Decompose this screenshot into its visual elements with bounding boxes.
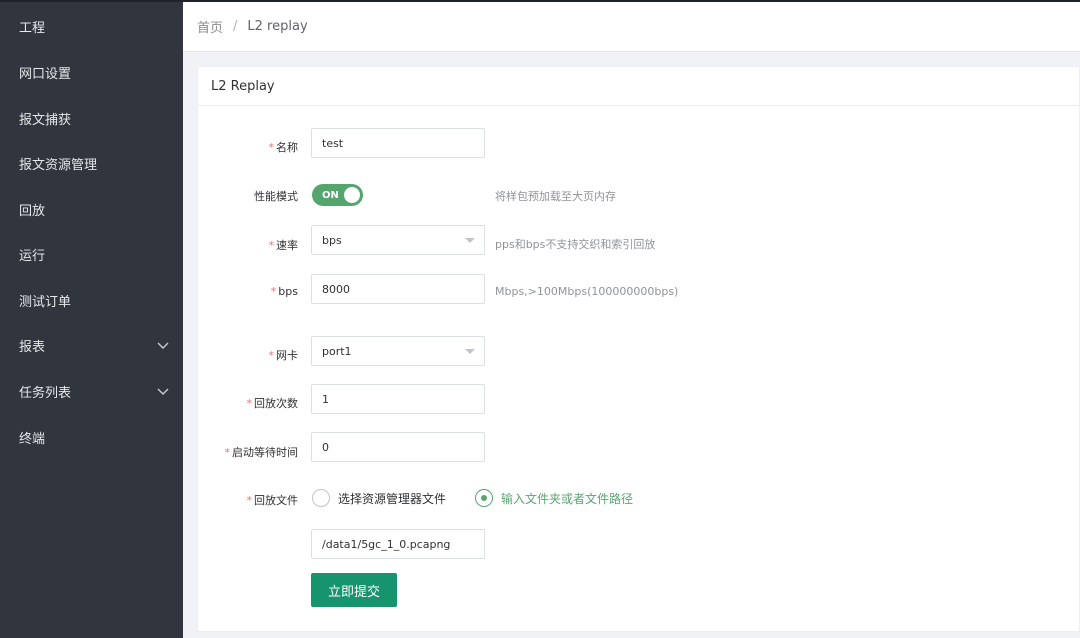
start-wait-label: * 启动等待时间	[224, 446, 299, 459]
replay-count-label: * 回放次数	[246, 397, 299, 410]
required-mark: *	[246, 494, 253, 507]
start-wait-input[interactable]: 0	[311, 432, 485, 462]
breadcrumb: 首页 / L2 replay	[183, 0, 1080, 52]
required-mark: *	[224, 446, 231, 459]
sidebar-item-label: 终端	[19, 431, 46, 447]
replay-file-label: * 回放文件	[246, 494, 299, 507]
required-mark: *	[270, 285, 277, 298]
sidebar-item-test-orders[interactable]: 测试订单	[0, 280, 183, 320]
sidebar-item-replay[interactable]: 回放	[0, 189, 183, 229]
perf-mode-hint: 将样包预加载至大页内存	[495, 190, 616, 203]
nic-select[interactable]: port1	[311, 336, 485, 366]
nic-select-value: port1	[322, 344, 352, 358]
rate-label: * 速率	[268, 239, 299, 252]
rate-select-value: bps	[322, 233, 342, 247]
radio-circle-icon	[312, 489, 330, 507]
perf-mode-toggle[interactable]: ON	[312, 184, 363, 206]
bps-input[interactable]: 8000	[311, 274, 485, 304]
replay-count-input[interactable]: 1	[311, 384, 485, 414]
sidebar-item-label: 报文资源管理	[19, 157, 98, 173]
sidebar-item-label: 运行	[19, 248, 46, 264]
caret-down-icon	[465, 349, 475, 354]
card-title: L2 Replay	[198, 67, 1079, 106]
radio-checked-icon	[475, 489, 493, 507]
radio-resource-manager-file[interactable]: 选择资源管理器文件	[312, 489, 446, 507]
submit-button[interactable]: 立即提交	[311, 573, 397, 607]
sidebar-item-label: 工程	[19, 20, 46, 36]
sidebar-item-reports[interactable]: 报表	[0, 325, 183, 365]
radio-label: 选择资源管理器文件	[338, 491, 447, 506]
nic-label: * 网卡	[268, 349, 299, 362]
chevron-down-icon	[157, 388, 169, 395]
sidebar-item-label: 任务列表	[19, 385, 72, 401]
required-mark: *	[268, 141, 275, 154]
required-mark: *	[246, 397, 253, 410]
breadcrumb-separator: /	[233, 19, 238, 34]
sidebar-item-label: 网口设置	[19, 66, 72, 82]
name-label: * 名称	[268, 141, 299, 154]
rate-select[interactable]: bps	[311, 225, 485, 255]
required-mark: *	[268, 349, 275, 362]
rate-hint: pps和bps不支持交织和索引回放	[495, 238, 656, 251]
radio-input-path[interactable]: 输入文件夹或者文件路径	[475, 489, 633, 507]
name-input[interactable]: test	[311, 128, 485, 158]
toggle-text: ON	[322, 189, 339, 201]
radio-label: 输入文件夹或者文件路径	[501, 491, 634, 506]
sidebar-item-label: 回放	[19, 203, 46, 219]
sidebar-item-packet-capture[interactable]: 报文捕获	[0, 98, 183, 138]
breadcrumb-current: L2 replay	[247, 19, 308, 34]
bps-label: * bps	[270, 285, 298, 298]
sidebar-item-port-settings[interactable]: 网口设置	[0, 52, 183, 92]
file-path-input[interactable]: /data1/5gc_1_0.pcapng	[311, 529, 485, 559]
sidebar-item-terminal[interactable]: 终端	[0, 417, 183, 457]
replay-form-card: L2 Replay * 名称 test 性能模式 ON 将样包预加载至大页内存 *…	[197, 66, 1080, 632]
sidebar-item-task-list[interactable]: 任务列表	[0, 371, 183, 411]
chevron-down-icon	[157, 342, 169, 349]
bps-hint: Mbps,>100Mbps(100000000bps)	[495, 285, 679, 298]
toggle-knob	[344, 187, 360, 203]
sidebar-item-packet-resources[interactable]: 报文资源管理	[0, 143, 183, 183]
caret-down-icon	[465, 238, 475, 243]
sidebar-item-label: 测试订单	[19, 294, 72, 310]
sidebar-item-run[interactable]: 运行	[0, 234, 183, 274]
sidebar-item-project[interactable]: 工程	[0, 6, 183, 46]
sidebar-item-label: 报表	[19, 339, 46, 355]
perf-mode-label: 性能模式	[254, 190, 298, 203]
breadcrumb-home-link[interactable]: 首页	[197, 17, 223, 36]
sidebar-item-label: 报文捕获	[19, 112, 72, 128]
sidebar: 工程 网口设置 报文捕获 报文资源管理 回放 运行 测试订单 报表 任务列表 终…	[0, 0, 183, 638]
required-mark: *	[268, 239, 275, 252]
